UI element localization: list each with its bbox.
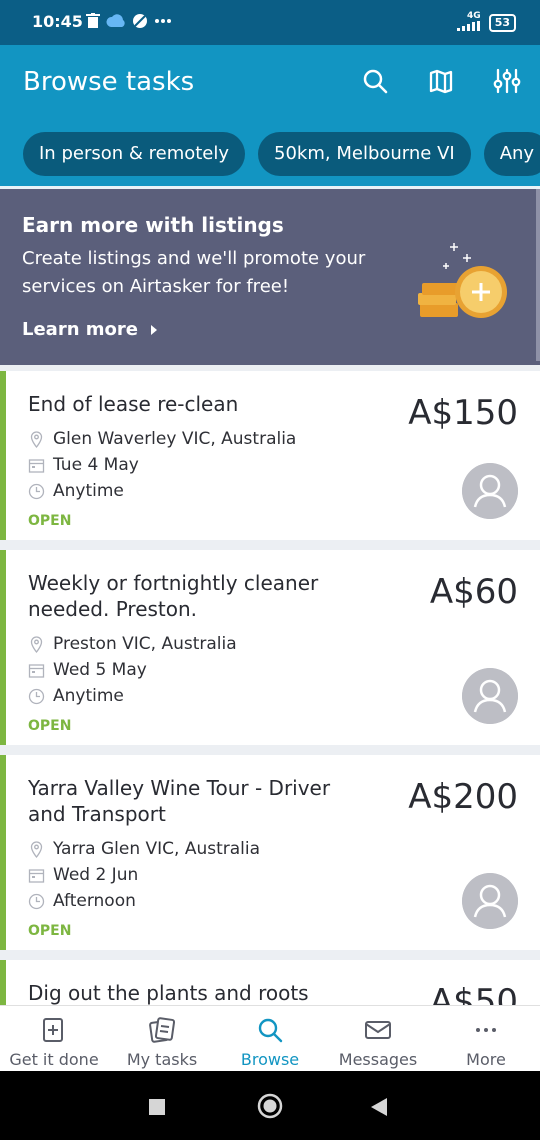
nav-get-it-done[interactable]: Get it done [0, 1006, 108, 1072]
task-location-text: Preston VIC, Australia [53, 634, 237, 654]
map-icon[interactable] [427, 67, 455, 95]
task-location: Glen Waverley VIC, Australia [28, 429, 296, 449]
task-location: Yarra Glen VIC, Australia [28, 839, 260, 859]
listings-promo-banner[interactable]: Earn more with listings Create listings … [0, 189, 540, 365]
nav-more[interactable]: More [432, 1006, 540, 1072]
status-bar: 10:45 4G 53 [0, 0, 540, 45]
clock-icon [28, 893, 45, 909]
task-time: Anytime [28, 481, 124, 501]
task-title: Yarra Valley Wine Tour - Driver and Tran… [28, 776, 331, 826]
task-date: Wed 5 May [28, 660, 147, 680]
battery-level: 53 [494, 16, 510, 29]
messages-icon [365, 1021, 391, 1039]
chevron-right-icon [151, 324, 157, 335]
task-card[interactable]: Weekly or fortnightly cleaner needed. Pr… [0, 550, 540, 745]
nav-label: My tasks [126, 1050, 198, 1069]
task-date-text: Wed 5 May [53, 660, 147, 680]
learn-more-link[interactable]: Learn more [22, 319, 158, 340]
status-icons [86, 13, 172, 29]
filter-icon[interactable] [493, 67, 521, 95]
back-icon[interactable] [370, 1097, 388, 1117]
clock-icon [28, 688, 45, 704]
avatar[interactable] [462, 668, 518, 724]
more-dots-icon [155, 19, 171, 23]
promo-title: Earn more with listings [22, 213, 284, 237]
more-icon [476, 1028, 496, 1032]
task-price: A$150 [408, 393, 518, 433]
task-time-text: Anytime [53, 686, 124, 706]
nav-browse[interactable]: Browse [216, 1006, 324, 1072]
home-icon[interactable] [257, 1093, 283, 1119]
task-date: Wed 2 Jun [28, 865, 138, 885]
calendar-icon [28, 458, 45, 473]
nav-label: Messages [338, 1050, 418, 1069]
task-location: Preston VIC, Australia [28, 634, 237, 654]
avatar[interactable] [462, 463, 518, 519]
clock-icon [28, 483, 45, 499]
task-time-text: Afternoon [53, 891, 136, 911]
task-card[interactable]: Yarra Valley Wine Tour - Driver and Tran… [0, 755, 540, 950]
coins-illustration-icon [418, 243, 507, 318]
task-date-text: Tue 4 May [53, 455, 139, 475]
location-pin-icon [30, 840, 43, 858]
nav-label: Browse [240, 1050, 300, 1069]
app-header: Browse tasks In person & remotely 50km, … [0, 45, 540, 189]
task-title: Dig out the plants and roots [28, 981, 309, 1005]
task-title: Weekly or fortnightly cleaner needed. Pr… [28, 571, 319, 621]
learn-more-label: Learn more [22, 319, 138, 340]
status-time: 10:45 [32, 12, 83, 31]
chip-price[interactable]: Any [483, 132, 540, 176]
task-time-text: Anytime [53, 481, 124, 501]
chip-distance[interactable]: 50km, Melbourne VI [258, 132, 471, 176]
nav-messages[interactable]: Messages [324, 1006, 432, 1072]
status-badge: OPEN [28, 923, 72, 939]
task-location-text: Glen Waverley VIC, Australia [53, 429, 297, 449]
task-location-text: Yarra Glen VIC, Australia [53, 839, 261, 859]
browse-search-icon [258, 1018, 283, 1043]
signal-icon [456, 21, 480, 31]
status-badge: OPEN [28, 718, 72, 734]
status-badge: OPEN [28, 513, 72, 529]
scrollbar [536, 189, 540, 361]
my-tasks-icon [149, 1017, 176, 1043]
chip-task-type[interactable]: In person & remotely [23, 132, 246, 176]
avatar[interactable] [462, 873, 518, 929]
block-icon [133, 14, 147, 28]
search-icon[interactable] [361, 67, 389, 95]
task-price: A$200 [408, 777, 518, 817]
cloud-icon [106, 14, 125, 27]
location-pin-icon [30, 430, 43, 448]
network-indicator: 4G [456, 11, 481, 34]
nav-label: More [466, 1050, 506, 1069]
task-price: A$60 [429, 572, 518, 612]
task-time: Afternoon [28, 891, 136, 911]
calendar-icon [28, 663, 45, 678]
page-title: Browse tasks [23, 67, 195, 97]
nav-label: Get it done [9, 1050, 99, 1069]
task-title: End of lease re-clean [28, 392, 239, 416]
location-pin-icon [30, 635, 43, 653]
task-card[interactable]: End of lease re-clean A$150 Glen Waverle… [0, 371, 540, 540]
battery-icon: 53 [488, 14, 516, 32]
network-label: 4G [467, 11, 481, 21]
nav-my-tasks[interactable]: My tasks [108, 1006, 216, 1072]
system-navigation-bar [0, 1071, 540, 1140]
task-date-text: Wed 2 Jun [53, 865, 139, 885]
calendar-icon [28, 868, 45, 883]
filter-chips: In person & remotely 50km, Melbourne VI … [23, 132, 540, 176]
post-task-icon [43, 1018, 63, 1042]
task-time: Anytime [28, 686, 124, 706]
recents-icon[interactable] [148, 1098, 166, 1116]
trash-icon [86, 13, 100, 28]
task-date: Tue 4 May [28, 455, 139, 475]
promo-body: Create listings and we'll promote your s… [22, 248, 366, 297]
bottom-navigation: Get it done My tasks Browse Messages Mor… [0, 1005, 540, 1071]
